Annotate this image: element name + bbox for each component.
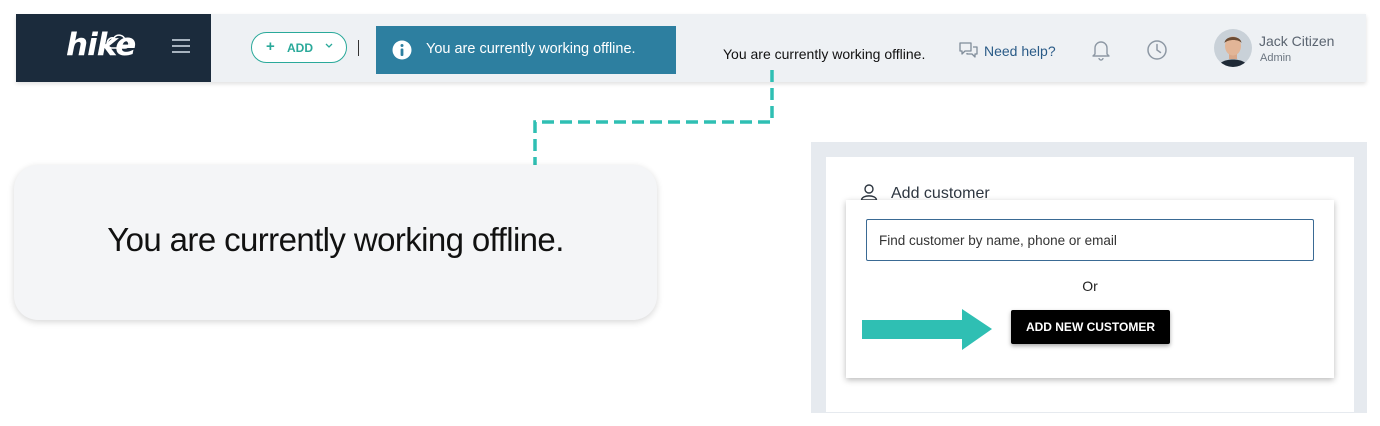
add-new-customer-button[interactable]: ADD NEW CUSTOMER bbox=[1011, 310, 1170, 344]
arrow-right-icon bbox=[862, 309, 992, 350]
add-customer-card: Or ADD NEW CUSTOMER bbox=[846, 200, 1334, 378]
user-icon bbox=[860, 184, 878, 201]
callout-text: You are currently working offline. bbox=[107, 221, 564, 258]
or-label: Or bbox=[1082, 278, 1098, 294]
offline-callout: You are currently working offline. bbox=[14, 165, 657, 320]
customer-search-input[interactable] bbox=[866, 219, 1314, 261]
